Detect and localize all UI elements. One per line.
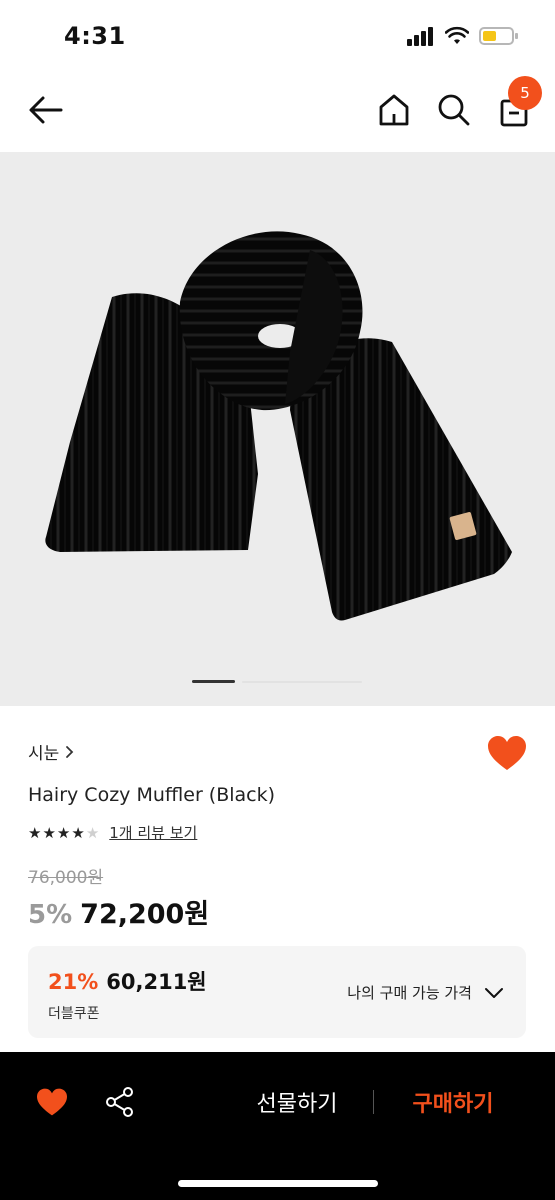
price-row: 5% 72,200원 xyxy=(28,892,209,931)
coupon-price-row: 21% 60,211원 xyxy=(48,966,207,996)
sale-price: 72,200원 xyxy=(80,899,210,930)
chevron-down-icon xyxy=(485,987,503,998)
cart-count-badge: 5 xyxy=(508,76,542,110)
discount-rate: 5% xyxy=(28,900,73,930)
home-icon xyxy=(379,94,409,126)
battery-icon xyxy=(479,27,518,45)
my-price-toggle[interactable]: 나의 구매 가능 가격 xyxy=(347,982,504,1003)
status-bar: 4:31 xyxy=(0,0,555,72)
coupon-label: 더블쿠폰 xyxy=(48,1006,100,1022)
buy-button[interactable]: 구매하기 xyxy=(388,1082,518,1122)
star-rating: ★ ★ ★ ★ ★ xyxy=(28,824,99,842)
gift-button[interactable]: 선물하기 xyxy=(232,1082,362,1122)
my-price-label: 나의 구매 가능 가격 xyxy=(347,984,472,1002)
carousel-indicator-active xyxy=(192,680,235,683)
arrow-left-icon xyxy=(29,96,63,124)
star-filled-icon: ★ xyxy=(28,823,42,842)
star-empty-icon: ★ xyxy=(85,823,100,842)
heart-icon xyxy=(37,1088,67,1116)
share-icon xyxy=(106,1087,133,1117)
heart-icon xyxy=(488,736,526,770)
carousel-indicator xyxy=(192,680,362,684)
status-icons xyxy=(407,26,519,46)
divider xyxy=(373,1090,374,1114)
star-filled-icon: ★ xyxy=(71,823,85,842)
carousel-indicator-track xyxy=(242,681,362,683)
search-icon xyxy=(438,94,470,126)
share-button[interactable] xyxy=(100,1082,140,1122)
star-filled-icon: ★ xyxy=(42,823,56,842)
product-image-gallery[interactable] xyxy=(0,152,555,706)
brand-name: 시눈 xyxy=(28,744,60,764)
nav-bar xyxy=(0,72,555,152)
home-button[interactable] xyxy=(374,88,414,132)
coupon-rate: 21% xyxy=(48,970,99,994)
wishlist-button[interactable] xyxy=(486,734,528,772)
product-image xyxy=(45,231,512,621)
wifi-icon xyxy=(445,26,469,44)
bottom-wishlist-button[interactable] xyxy=(32,1082,72,1122)
back-button[interactable] xyxy=(24,88,68,132)
search-button[interactable] xyxy=(432,88,476,132)
bottom-action-bar: 선물하기 구매하기 xyxy=(0,1052,555,1200)
star-filled-icon: ★ xyxy=(56,823,71,842)
status-time: 4:31 xyxy=(64,22,126,50)
coupon-price-box[interactable]: 21% 60,211원 더블쿠폰 나의 구매 가능 가격 xyxy=(28,946,526,1038)
coupon-price: 60,211원 xyxy=(106,970,207,994)
brand-link[interactable]: 시눈 xyxy=(28,739,74,764)
rating-row: ★ ★ ★ ★ ★ 1개 리뷰 보기 xyxy=(28,822,197,843)
home-indicator[interactable] xyxy=(178,1180,378,1187)
original-price: 76,000원 xyxy=(28,868,104,888)
product-title: Hairy Cozy Muffler (Black) xyxy=(28,784,276,806)
cellular-signal-icon xyxy=(407,27,433,46)
review-link[interactable]: 1개 리뷰 보기 xyxy=(109,822,197,843)
chevron-right-icon xyxy=(66,745,74,758)
